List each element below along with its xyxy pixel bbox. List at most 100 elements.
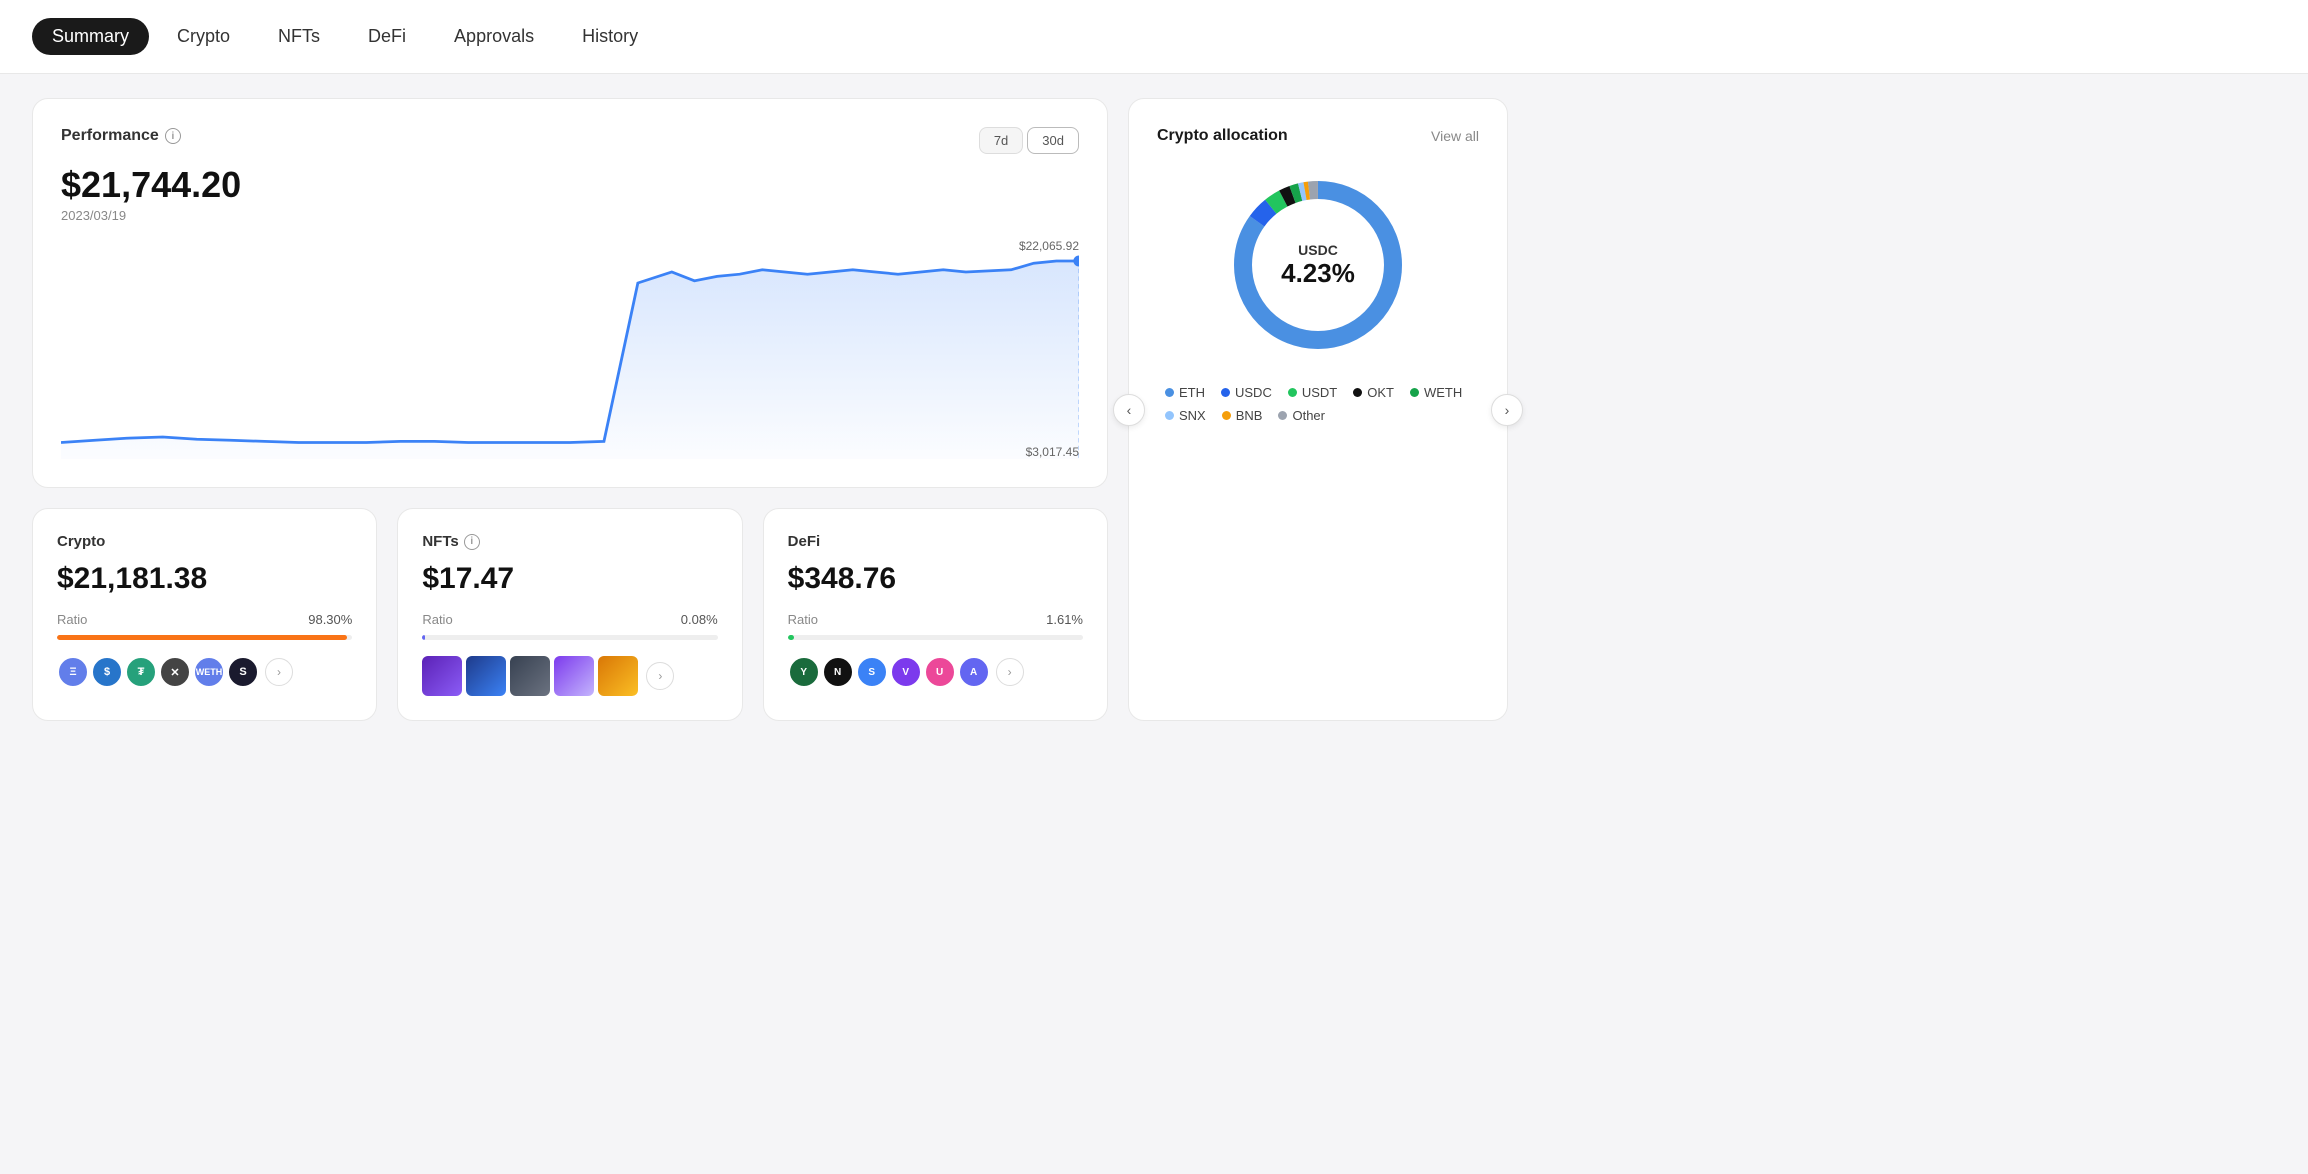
nfts-amount: $17.47 [422,562,717,596]
legend-dot-usdc [1221,388,1230,397]
time-btn-30d[interactable]: 30d [1027,127,1079,154]
crypto-more-arrow[interactable]: › [265,658,293,686]
nfts-more-arrow[interactable]: › [646,662,674,690]
legend-dot-other [1278,411,1287,420]
perf-info-icon[interactable]: i [165,128,181,144]
perf-date: 2023/03/19 [61,208,1079,223]
token-usdc: $ [91,656,123,688]
defi-ratio-bar-fill [788,635,794,640]
legend-usdt: USDT [1288,385,1337,400]
defi-more-arrow[interactable]: › [996,658,1024,686]
navigation: Summary Crypto NFTs DeFi Approvals Histo… [0,0,2308,74]
defi-ratio-row: Ratio 1.61% [788,612,1083,627]
legend-dot-eth [1165,388,1174,397]
nft-thumb-2 [466,656,506,696]
legend-bnb: BNB [1222,408,1263,423]
legend-label-snx: SNX [1179,408,1206,423]
legend-dot-snx [1165,411,1174,420]
nav-item-crypto[interactable]: Crypto [157,18,250,55]
time-buttons: 7d 30d [979,127,1079,154]
allocation-legend: ETH USDC USDT OKT WETH SNX [1157,385,1479,423]
alloc-title: Crypto allocation [1157,127,1288,145]
bottom-cards: Crypto $21,181.38 Ratio 98.30% Ξ $ ₮ ✕ W… [32,508,1108,721]
defi-card-title: DeFi [788,533,1083,550]
legend-eth: ETH [1165,385,1205,400]
nft-thumb-4 [554,656,594,696]
legend-other: Other [1278,408,1325,423]
time-btn-7d[interactable]: 7d [979,127,1023,154]
crypto-card-title: Crypto [57,533,352,550]
allocation-card: Crypto allocation View all ‹ › [1128,98,1508,721]
nfts-ratio-row: Ratio 0.08% [422,612,717,627]
defi-token-3: S [856,656,888,688]
alloc-header: Crypto allocation View all [1157,127,1479,145]
legend-snx: SNX [1165,408,1206,423]
crypto-title-text: Crypto [57,533,105,550]
defi-token-2: N [822,656,854,688]
legend-label-eth: ETH [1179,385,1205,400]
legend-label-usdc: USDC [1235,385,1272,400]
view-all-button[interactable]: View all [1431,128,1479,144]
alloc-arrow-left[interactable]: ‹ [1113,394,1145,426]
defi-token-4: V [890,656,922,688]
nfts-ratio-bar-fill [422,635,425,640]
nfts-card: NFTs i $17.47 Ratio 0.08% › [397,508,742,721]
legend-usdc: USDC [1221,385,1272,400]
legend-label-okt: OKT [1367,385,1394,400]
defi-ratio-label: Ratio [788,612,818,627]
perf-title-text: Performance [61,127,159,145]
donut-chart: USDC 4.23% [1157,165,1479,365]
crypto-ratio-bar-fill [57,635,347,640]
nav-item-summary[interactable]: Summary [32,18,149,55]
alloc-arrow-right[interactable]: › [1491,394,1523,426]
legend-label-usdt: USDT [1302,385,1337,400]
nfts-ratio-pct: 0.08% [681,612,718,627]
nfts-info-icon[interactable]: i [464,534,480,550]
defi-token-icons: Y N S V U A › [788,656,1083,688]
perf-amount: $21,744.20 [61,164,1079,206]
nft-thumb-3 [510,656,550,696]
token-snx: S [227,656,259,688]
defi-token-5: U [924,656,956,688]
nfts-card-title: NFTs i [422,533,717,550]
perf-header: Performance i 7d 30d [61,127,1079,154]
token-eth: Ξ [57,656,89,688]
legend-dot-okt [1353,388,1362,397]
donut-center-label: USDC [1281,242,1355,258]
nav-item-approvals[interactable]: Approvals [434,18,554,55]
main-content: Performance i 7d 30d $21,744.20 2023/03/… [0,74,1540,745]
defi-token-6: A [958,656,990,688]
token-usdt: ₮ [125,656,157,688]
legend-label-weth: WETH [1424,385,1462,400]
crypto-ratio-bar-bg [57,635,352,640]
crypto-amount: $21,181.38 [57,562,352,596]
nft-thumb-1 [422,656,462,696]
chart-label-max: $22,065.92 [1019,239,1079,253]
nfts-title-text: NFTs [422,533,458,550]
donut-center: USDC 4.23% [1281,242,1355,289]
nft-thumb-5 [598,656,638,696]
legend-label-bnb: BNB [1236,408,1263,423]
perf-title: Performance i [61,127,181,145]
donut-center-pct: 4.23% [1281,258,1355,289]
defi-ratio-pct: 1.61% [1046,612,1083,627]
defi-ratio-bar-bg [788,635,1083,640]
crypto-ratio-row: Ratio 98.30% [57,612,352,627]
crypto-token-icons: Ξ $ ₮ ✕ WETH S › [57,656,352,688]
defi-amount: $348.76 [788,562,1083,596]
defi-token-1: Y [788,656,820,688]
chart-svg [61,239,1079,459]
crypto-ratio-label: Ratio [57,612,87,627]
nav-item-history[interactable]: History [562,18,658,55]
performance-card: Performance i 7d 30d $21,744.20 2023/03/… [32,98,1108,488]
defi-card: DeFi $348.76 Ratio 1.61% Y N S V U A › [763,508,1108,721]
nav-item-defi[interactable]: DeFi [348,18,426,55]
nfts-ratio-label: Ratio [422,612,452,627]
legend-dot-usdt [1288,388,1297,397]
legend-weth: WETH [1410,385,1462,400]
defi-title-text: DeFi [788,533,821,550]
nav-item-nfts[interactable]: NFTs [258,18,340,55]
performance-chart: $22,065.92 $3,017.45 [61,239,1079,459]
nfts-ratio-bar-bg [422,635,717,640]
legend-dot-bnb [1222,411,1231,420]
